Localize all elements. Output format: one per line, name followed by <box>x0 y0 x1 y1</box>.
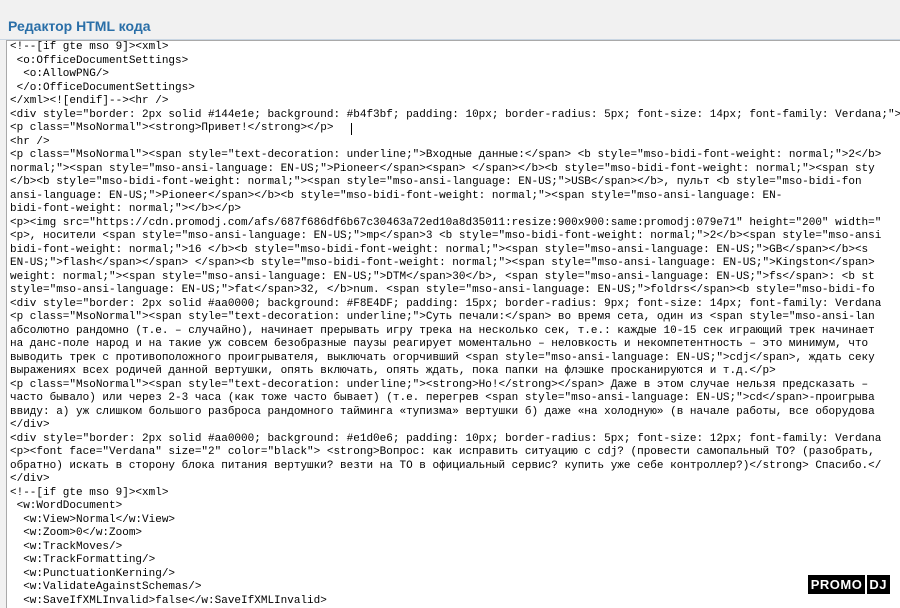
code-line: <p class="MsoNormal"><span style="text-d… <box>10 311 875 323</box>
code-line: <w:View>Normal</w:View> <box>10 513 176 526</box>
logo-dj: DJ <box>865 575 890 594</box>
code-line: <div style="border: 2px solid #aa0000; b… <box>10 432 882 445</box>
code-line: часто бывало) или через 2-3 часа (как то… <box>10 392 875 404</box>
text-cursor <box>351 123 352 135</box>
code-line: <p class="MsoNormal"><strong>Привет!</st… <box>10 122 334 134</box>
code-line: <p><img src="https://cdn.promodj.com/afs… <box>10 216 882 229</box>
code-line: <p class="MsoNormal"><span style="text-d… <box>10 149 882 161</box>
code-line: обратно) искать в сторону блока питания … <box>10 459 882 472</box>
html-code-text[interactable]: <!--[if gte mso 9]><xml> <o:OfficeDocume… <box>10 41 900 608</box>
code-line: </o:OfficeDocumentSettings> <box>10 81 195 94</box>
code-line: <p>, носители <span style="mso-ansi-lang… <box>10 230 882 242</box>
code-line: <w:Zoom>0</w:Zoom> <box>10 527 143 539</box>
code-line: <p><font face="Verdana" size="2" color="… <box>10 446 875 458</box>
code-line: <!--[if gte mso 9]><xml> <box>10 41 169 53</box>
code-line: <w:PunctuationKerning/> <box>10 567 176 580</box>
code-line: абсолютно рандомно (т.е. – случайно), на… <box>10 324 875 337</box>
code-line: <w:TrackFormatting/> <box>10 554 156 566</box>
code-line: <w:TrackMoves/> <box>10 540 123 553</box>
code-line: выражениях всех родичей данной вертушки,… <box>10 365 776 377</box>
code-line: bidi-font-weight: normal;"></b></p> <box>10 203 242 215</box>
editor-title: Редактор HTML кода <box>8 18 151 34</box>
code-line: <p class="MsoNormal"><span style="text-d… <box>10 378 869 391</box>
code-line: <w:WordDocument> <box>10 500 123 512</box>
code-line: normal;"><span style="mso-ansi-language:… <box>10 162 875 175</box>
code-line: weight: normal;"><span style="mso-ansi-l… <box>10 270 875 283</box>
code-line: ввиду: а) уж слишком большого разброса р… <box>10 405 875 418</box>
code-line: на данс-поле народ и на такие уж совсем … <box>10 338 875 350</box>
code-line: <w:ValidateAgainstSchemas/> <box>10 581 202 593</box>
code-line: ansi-language: EN-US;">Pioneer</span></b… <box>10 189 783 202</box>
promodj-logo: PROMO DJ <box>807 575 890 594</box>
code-line: <o:AllowPNG/> <box>10 68 110 80</box>
code-line: <hr /> <box>10 135 50 148</box>
code-line: <o:OfficeDocumentSettings> <box>10 54 189 67</box>
html-editor-page: Редактор HTML кода <!--[if gte mso 9]><x… <box>0 0 900 608</box>
code-line: <!--[if gte mso 9]><xml> <box>10 486 169 499</box>
logo-promo: PROMO <box>807 575 866 594</box>
code-line: <w:SaveIfXMLInvalid>false</w:SaveIfXMLIn… <box>10 594 327 607</box>
code-line: EN-US;">flash</span></span> </span><b st… <box>10 257 875 269</box>
code-line: <div style="border: 2px solid #aa0000; b… <box>10 297 882 310</box>
code-line: </xml><![endif]--><hr /> <box>10 95 169 107</box>
code-line: <div style="border: 2px solid #144e1e; b… <box>10 108 900 121</box>
code-line: выводить трек с противоположного проигры… <box>10 351 875 364</box>
code-line: style="mso-ansi-language: EN-US;">fat</s… <box>10 284 875 296</box>
code-line: </b><b style="mso-bidi-font-weight: norm… <box>10 176 862 188</box>
code-line: </div> <box>10 419 50 431</box>
html-code-textarea[interactable]: <!--[if gte mso 9]><xml> <o:OfficeDocume… <box>6 40 900 608</box>
code-line: bidi-font-weight: normal;">16 </b><b sty… <box>10 243 869 256</box>
code-line: </div> <box>10 473 50 485</box>
